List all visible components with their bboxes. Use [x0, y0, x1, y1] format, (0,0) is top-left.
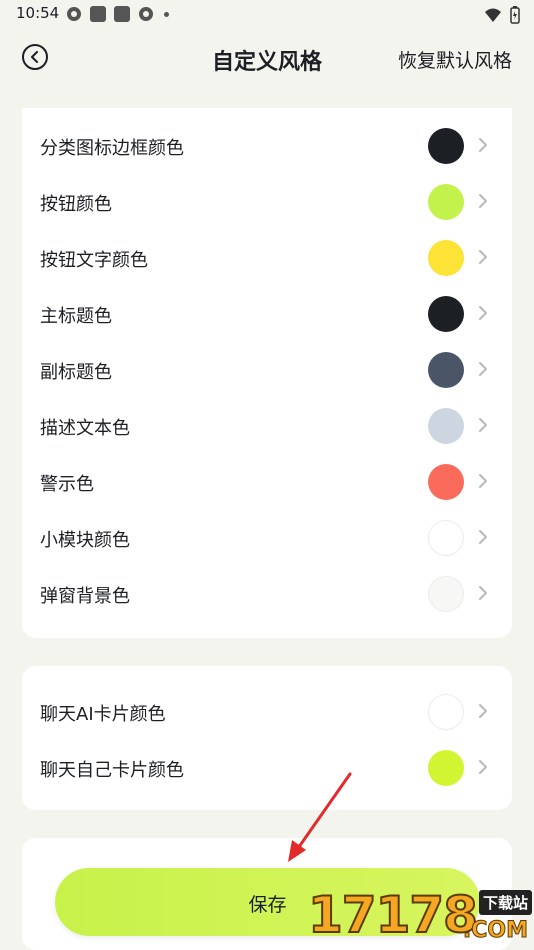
row-label: 主标题色: [40, 306, 112, 327]
system-icons: [484, 6, 520, 24]
chevron-right-icon: [479, 250, 487, 264]
chevron-right-icon: [479, 760, 487, 774]
wifi-icon: [485, 8, 501, 22]
chevron-right-icon: [479, 530, 487, 544]
back-button[interactable]: [22, 44, 48, 70]
watermark-domain: .COM: [462, 918, 528, 944]
row-label: 按钮颜色: [40, 194, 112, 215]
chevron-right-icon: [479, 586, 487, 600]
color-row-button-text[interactable]: 按钮文字颜色: [22, 230, 512, 286]
chevron-right-icon: [479, 474, 487, 488]
row-label: 分类图标边框颜色: [40, 138, 184, 159]
chevron-right-icon: [479, 362, 487, 376]
more-notifications-icon: [164, 11, 169, 17]
color-row-category-icon-border[interactable]: 分类图标边框颜色: [22, 118, 512, 174]
header: 自定义风格 恢复默认风格: [0, 30, 534, 90]
chevron-right-icon: [479, 306, 487, 320]
color-swatch: [428, 750, 464, 786]
chevron-right-icon: [479, 194, 487, 208]
app-notification-icon: [67, 7, 81, 21]
row-label: 描述文本色: [40, 418, 130, 439]
status-bar: 10:54: [0, 0, 534, 30]
row-label: 聊天AI卡片颜色: [40, 704, 166, 725]
color-swatch: [428, 520, 464, 556]
row-label: 副标题色: [40, 362, 112, 383]
annotation-arrow-icon: [288, 772, 352, 862]
row-label: 小模块颜色: [40, 530, 130, 551]
color-swatch: [428, 576, 464, 612]
color-row-chat-ai-card[interactable]: 聊天AI卡片颜色: [22, 684, 512, 740]
chat-color-card: 聊天AI卡片颜色 聊天自己卡片颜色: [22, 666, 512, 810]
color-row-subtitle[interactable]: 副标题色: [22, 342, 512, 398]
chevron-right-icon: [479, 138, 487, 152]
color-swatch: [428, 464, 464, 500]
row-label: 按钮文字颜色: [40, 250, 148, 271]
watermark-tag: 下载站: [478, 890, 532, 915]
notification-icons: [66, 6, 169, 22]
status-time: 10:54: [16, 4, 60, 22]
color-swatch: [428, 184, 464, 220]
color-row-warning[interactable]: 警示色: [22, 454, 512, 510]
app-notification-icon: [90, 6, 106, 22]
row-label: 聊天自己卡片颜色: [40, 760, 184, 781]
color-swatch: [428, 128, 464, 164]
color-swatch: [428, 408, 464, 444]
chevron-right-icon: [479, 418, 487, 432]
color-settings-card: 分类图标边框颜色 按钮颜色 按钮文字颜色 主标题色 副标题色 描述文本色 警示色…: [22, 108, 512, 638]
color-row-small-module[interactable]: 小模块颜色: [22, 510, 512, 566]
color-swatch: [428, 694, 464, 730]
color-swatch: [428, 352, 464, 388]
color-row-popup-background[interactable]: 弹窗背景色: [22, 566, 512, 622]
app-notification-icon: [114, 6, 130, 22]
app-notification-icon: [139, 7, 153, 21]
color-row-chat-self-card[interactable]: 聊天自己卡片颜色: [22, 740, 512, 796]
color-row-button[interactable]: 按钮颜色: [22, 174, 512, 230]
watermark-logo: 17178 下载站 .COM: [307, 884, 534, 950]
color-row-description-text[interactable]: 描述文本色: [22, 398, 512, 454]
reset-default-button[interactable]: 恢复默认风格: [398, 46, 512, 73]
color-swatch: [428, 240, 464, 276]
watermark-digits: 17178: [307, 885, 479, 945]
row-label: 弹窗背景色: [40, 586, 130, 607]
color-row-main-title[interactable]: 主标题色: [22, 286, 512, 342]
battery-icon: [510, 6, 520, 24]
row-label: 警示色: [40, 474, 94, 495]
chevron-right-icon: [479, 704, 487, 718]
color-swatch: [428, 296, 464, 332]
chevron-left-icon: [31, 51, 38, 63]
